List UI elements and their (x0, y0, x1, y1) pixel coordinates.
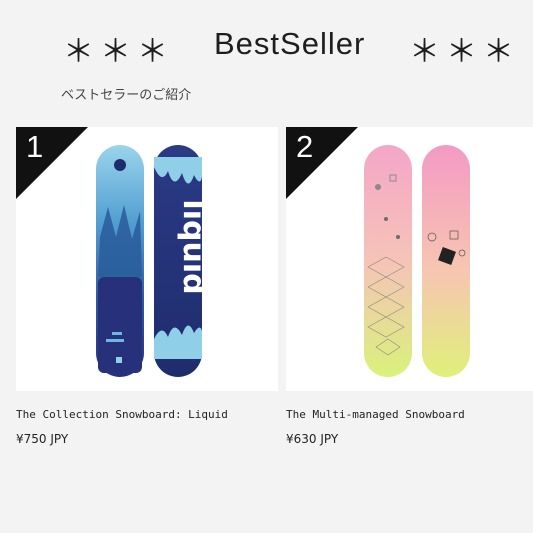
product-name-link[interactable]: The Collection Snowboard: Liquid (16, 408, 228, 421)
product-name-link[interactable]: The Multi-managed Snowboard (286, 408, 465, 421)
product-image[interactable]: 2 (286, 127, 533, 391)
section-subtitle: ベストセラーのご紹介 (61, 88, 192, 103)
heading-stars-left: ＊＊＊ (63, 34, 174, 69)
svg-text:liquid: liquid (176, 199, 211, 294)
heading-stars-right: ＊＊＊ (409, 34, 520, 69)
section-title: BestSeller (214, 26, 366, 61)
product-price: ¥750 JPY (16, 432, 69, 446)
product-card[interactable]: 2 The Multi-managed Snowboard ¥630 JPY (286, 127, 533, 446)
product-card[interactable]: liquid 1 The Collection Snowboard: Liqui… (16, 127, 278, 446)
product-image[interactable]: liquid 1 (16, 127, 278, 391)
product-price: ¥630 JPY (286, 432, 339, 446)
rank-number: 1 (26, 129, 44, 164)
rank-number: 2 (296, 129, 314, 164)
